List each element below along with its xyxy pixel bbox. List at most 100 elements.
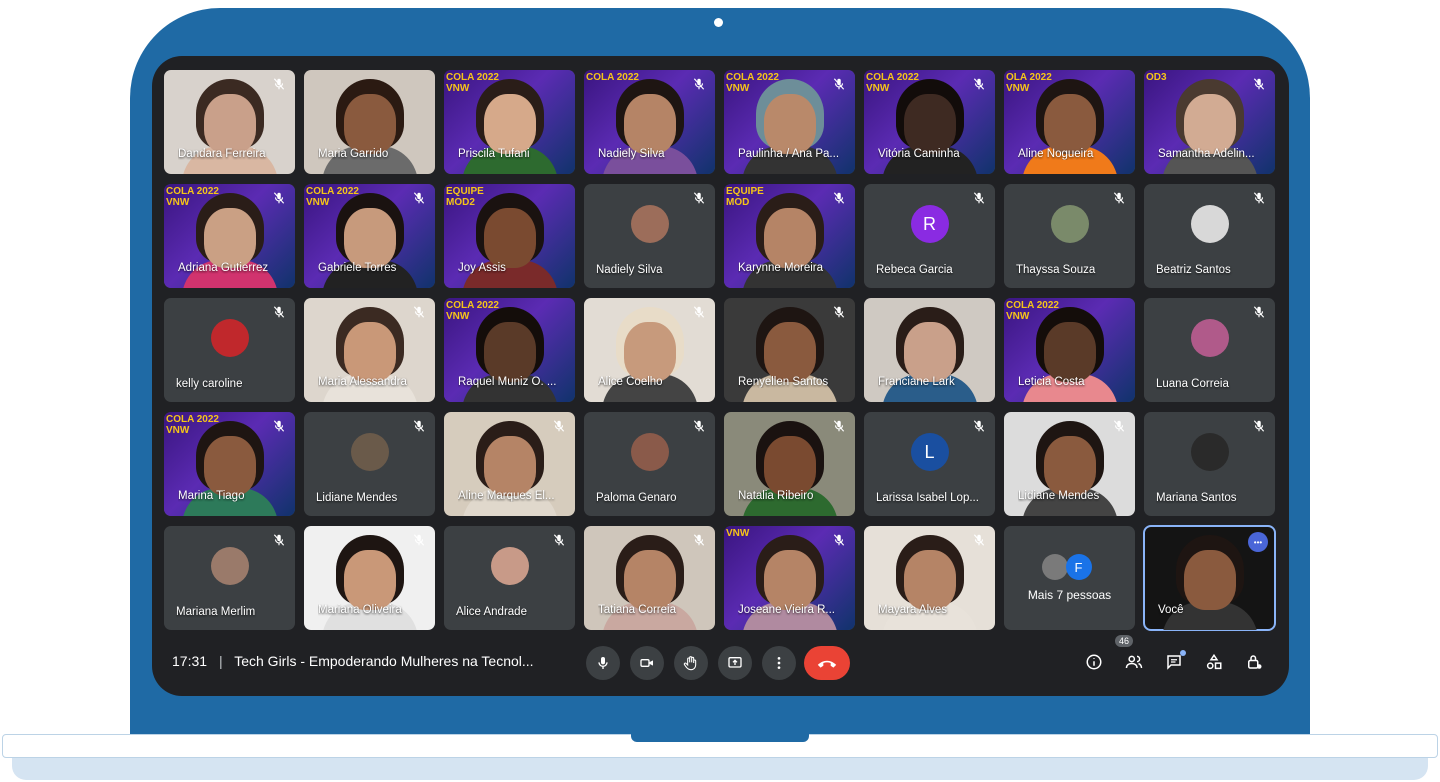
participant-name: Aline Marques El... bbox=[458, 490, 555, 502]
participant-tile[interactable]: COLA 2022 VNW Leticia Costa bbox=[1004, 298, 1135, 402]
mic-off-icon bbox=[692, 419, 706, 433]
participant-tile[interactable]: Mariana Merlim bbox=[164, 526, 295, 630]
person-face bbox=[203, 208, 256, 269]
mic-off-icon bbox=[832, 305, 846, 319]
meet-screen: Dandara Ferreira Maria Garrido COLA 2022 V… bbox=[152, 56, 1289, 696]
banner-text: EQUIPE MOD bbox=[726, 186, 764, 208]
participant-name: Paloma Genaro bbox=[596, 492, 677, 504]
participant-tile[interactable]: OLA 2022 VNW Aline Nogueira bbox=[1004, 70, 1135, 174]
mic-off-icon bbox=[692, 533, 706, 547]
participant-name: Rebeca Garcia bbox=[876, 264, 953, 276]
mic-off-icon bbox=[1112, 419, 1126, 433]
participant-tile[interactable]: COLA 2022 VNW Paulinha / Ana Pa... bbox=[724, 70, 855, 174]
people-button[interactable]: 46 bbox=[1115, 635, 1148, 676]
meeting-title: Tech Girls - Empoderando Mulheres na Tec… bbox=[234, 653, 534, 669]
participant-name: Beatriz Santos bbox=[1156, 264, 1231, 276]
participant-tile[interactable]: COLA 2022 VNW Marina Tiago bbox=[164, 412, 295, 516]
host-controls-button[interactable] bbox=[1240, 648, 1268, 676]
participant-tile[interactable]: Aline Marques El... bbox=[444, 412, 575, 516]
participant-tile[interactable]: Renyellen Santos bbox=[724, 298, 855, 402]
participant-tile[interactable]: COLA 2022 VNW Raquel Muniz O. ... bbox=[444, 298, 575, 402]
mic-off-icon bbox=[832, 77, 846, 91]
participant-name: Leticia Costa bbox=[1018, 376, 1085, 388]
participant-tile[interactable]: Mariana Oliveira bbox=[304, 526, 435, 630]
participant-tile[interactable]: EQUIPE MOD2 Joy Assis bbox=[444, 184, 575, 288]
banner-text: VNW bbox=[726, 528, 750, 539]
participant-tile[interactable]: Luana Correia bbox=[1144, 298, 1275, 402]
participant-name: kelly caroline bbox=[176, 378, 243, 390]
avatar bbox=[1190, 319, 1229, 357]
more-people-tile[interactable]: F Mais 7 pessoas bbox=[1004, 526, 1135, 630]
mic-off-icon bbox=[1252, 77, 1266, 91]
participant-name: Mariana Merlim bbox=[176, 606, 256, 618]
mic-off-icon bbox=[272, 77, 286, 91]
person-face bbox=[483, 436, 536, 497]
participant-tile[interactable]: L Larissa Isabel Lop... bbox=[864, 412, 995, 516]
participant-tile[interactable]: Maria Garrido bbox=[304, 70, 435, 174]
mic-off-icon bbox=[832, 419, 846, 433]
avatar bbox=[210, 547, 249, 585]
participant-tile[interactable]: COLA 2022 VNW Adriana Gutierrez bbox=[164, 184, 295, 288]
participant-tile[interactable]: kelly caroline bbox=[164, 298, 295, 402]
participant-tile[interactable]: Thayssa Souza bbox=[1004, 184, 1135, 288]
participant-tile[interactable]: COLA 2022 VNW Gabriele Torres bbox=[304, 184, 435, 288]
mic-off-icon bbox=[272, 533, 286, 547]
participant-tile[interactable]: Dandara Ferreira bbox=[164, 70, 295, 174]
participant-tile[interactable]: OD3 Samantha Adelin... bbox=[1144, 70, 1275, 174]
camera-button[interactable] bbox=[630, 646, 664, 680]
avatar bbox=[1041, 554, 1068, 580]
mic-off-icon bbox=[832, 533, 846, 547]
participant-tile[interactable]: COLA 2022 Nadiely Silva bbox=[584, 70, 715, 174]
participant-name: Renyellen Santos bbox=[738, 376, 829, 388]
avatar bbox=[630, 205, 669, 243]
participant-name: Alice Andrade bbox=[456, 606, 527, 618]
mic-off-icon bbox=[1252, 191, 1266, 205]
participant-name: Maria Alessandra bbox=[318, 376, 407, 388]
participant-tile[interactable]: R Rebeca Garcia bbox=[864, 184, 995, 288]
person-face bbox=[623, 550, 676, 611]
activities-button[interactable] bbox=[1200, 648, 1228, 676]
participant-name: Alice Coelho bbox=[598, 376, 663, 388]
info-button[interactable] bbox=[1080, 648, 1108, 676]
letter-avatar: F bbox=[1065, 554, 1092, 580]
participant-tile[interactable]: Lidiane Mendes bbox=[304, 412, 435, 516]
participant-tile[interactable]: Beatriz Santos bbox=[1144, 184, 1275, 288]
tile-options-icon[interactable]: ••• bbox=[1248, 532, 1268, 552]
more-options-button[interactable] bbox=[762, 646, 796, 680]
person-face bbox=[343, 550, 396, 611]
mic-off-icon bbox=[832, 191, 846, 205]
present-screen-icon bbox=[728, 657, 742, 668]
self-tile[interactable]: ••• Você bbox=[1143, 525, 1276, 631]
chat-button[interactable] bbox=[1160, 648, 1188, 676]
raise-hand-button[interactable] bbox=[674, 646, 708, 680]
participant-name: Vitória Caminha bbox=[878, 148, 960, 160]
participant-name: Lidiane Mendes bbox=[316, 492, 398, 504]
more-options-icon bbox=[777, 657, 781, 669]
present-button[interactable] bbox=[718, 646, 752, 680]
person-face bbox=[623, 94, 676, 155]
participant-tile[interactable]: Maria Alessandra bbox=[304, 298, 435, 402]
participant-tile[interactable]: Alice Andrade bbox=[444, 526, 575, 630]
mic-button[interactable] bbox=[586, 646, 620, 680]
people-icon bbox=[1125, 655, 1143, 669]
participant-tile[interactable]: Lidiane Mendes bbox=[1004, 412, 1135, 516]
participant-tile[interactable]: VNW Joseane Vieira R... bbox=[724, 526, 855, 630]
participant-tile[interactable]: EQUIPE MOD Karynne Moreira bbox=[724, 184, 855, 288]
participant-tile[interactable]: Nadiely Silva bbox=[584, 184, 715, 288]
laptop-base bbox=[0, 734, 1440, 782]
participant-tile[interactable]: Paloma Genaro bbox=[584, 412, 715, 516]
person-face bbox=[763, 436, 816, 497]
participant-tile[interactable]: Franciane Lark bbox=[864, 298, 995, 402]
webcam-dot bbox=[714, 18, 723, 27]
more-avatars: F bbox=[1041, 554, 1098, 582]
participant-tile[interactable]: Natalia Ribeiro bbox=[724, 412, 855, 516]
participant-name: Lidiane Mendes bbox=[1018, 490, 1100, 502]
participant-tile[interactable]: Alice Coelho bbox=[584, 298, 715, 402]
participant-tile[interactable]: Mayara Alves bbox=[864, 526, 995, 630]
participant-tile[interactable]: COLA 2022 VNW Vitória Caminha bbox=[864, 70, 995, 174]
participant-tile[interactable]: COLA 2022 VNW Priscila Tufani bbox=[444, 70, 575, 174]
participant-tile[interactable]: Mariana Santos bbox=[1144, 412, 1275, 516]
participant-tile[interactable]: Tatiana Correia bbox=[584, 526, 715, 630]
person-face bbox=[623, 322, 676, 383]
hangup-button[interactable] bbox=[804, 646, 850, 680]
